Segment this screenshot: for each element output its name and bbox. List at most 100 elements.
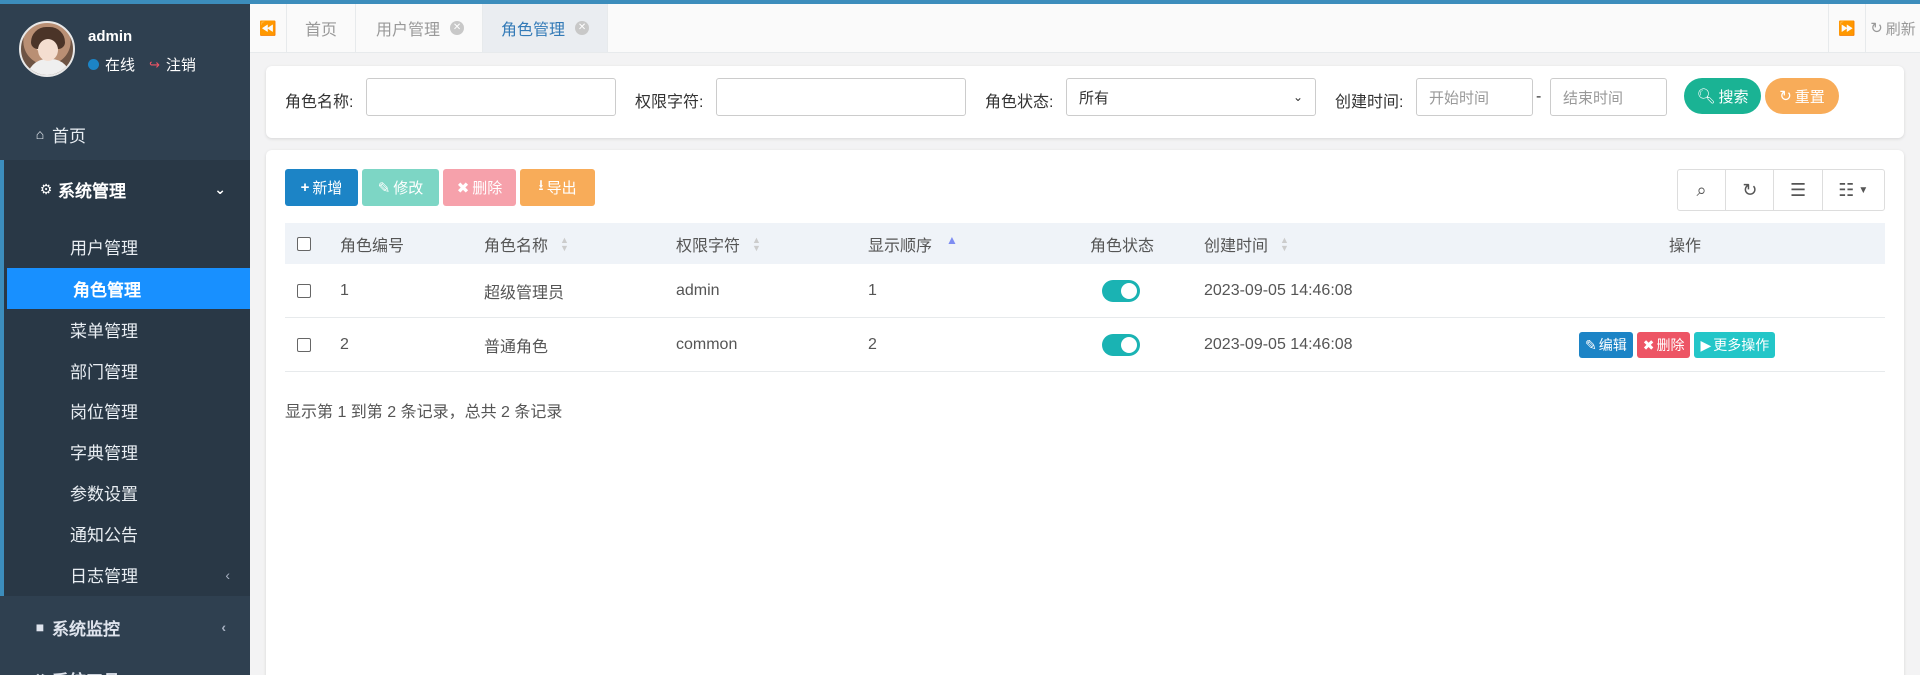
chevron-left-icon: ‹: [221, 619, 226, 635]
role-id: 2: [340, 336, 349, 353]
col-sort-order[interactable]: 显示顺序 ▲: [868, 223, 958, 264]
role-name-input[interactable]: [366, 78, 616, 116]
export-button[interactable]: ⭳ 导出: [520, 169, 595, 206]
col-created[interactable]: 创建时间 ▲ ▼: [1204, 223, 1289, 264]
sort-icon: ▲ ▼: [752, 234, 761, 253]
sidebar-item-config[interactable]: 参数设置: [4, 472, 250, 513]
nav-system-tools[interactable]: ⚒ 系统工具: [0, 664, 250, 675]
avatar[interactable]: [19, 21, 75, 77]
sidebar-item-menus[interactable]: 菜单管理: [4, 309, 250, 350]
tools-icon: ⚒: [32, 671, 48, 675]
close-icon[interactable]: ✕: [575, 21, 590, 35]
tab-role-management[interactable]: 角色管理 ✕: [483, 4, 609, 52]
reset-button[interactable]: ↻ 重置: [1765, 78, 1839, 114]
gear-icon: ⚙: [39, 180, 53, 197]
sort-icon: ▲ ▼: [1280, 234, 1289, 253]
status-select[interactable]: 所有 ⌄: [1066, 78, 1316, 116]
tab-user-management[interactable]: 用户管理 ✕: [358, 4, 484, 52]
system-submenu: 用户管理 角色管理 菜单管理 部门管理 岗位管理 字典管理 参数设置 通知公告 …: [0, 218, 250, 596]
tab-home[interactable]: 首页: [287, 4, 357, 52]
sidebar: admin 在线 ↪ 注销 ⌂ 首页 ⚙ 系统管理 ⌄ 用户管理 角色管理 菜单…: [0, 4, 250, 675]
tab-scroll-left-icon[interactable]: ⏪: [250, 4, 287, 52]
remove-icon: ✖: [1642, 336, 1655, 353]
status-toggle[interactable]: [1102, 318, 1140, 372]
row-edit-button[interactable]: ✎ 编辑: [1579, 332, 1633, 358]
sort-icon: ▲ ▼: [560, 234, 569, 253]
add-button[interactable]: + 新增: [285, 169, 358, 206]
pagination-info: 显示第 1 到第 2 条记录，总共 2 条记录: [285, 404, 563, 421]
search-button[interactable]: 🔍︎ 搜索: [1684, 78, 1761, 114]
col-role-name[interactable]: 角色名称 ▲ ▼: [484, 223, 569, 264]
row-checkbox[interactable]: [297, 318, 311, 372]
refresh-icon: ↻: [1779, 88, 1792, 105]
table-row[interactable]: 1 超级管理员 admin 1 2023-09-05 14:46:08: [285, 264, 1885, 318]
chevron-down-icon: ⌄: [1292, 90, 1303, 104]
start-time-input[interactable]: 开始时间: [1416, 78, 1533, 116]
row-more-button[interactable]: ▶ 更多操作: [1694, 332, 1776, 358]
tab-scroll-right-icon[interactable]: ⏩: [1828, 4, 1865, 52]
role-key: common: [676, 336, 738, 353]
row-checkbox[interactable]: [297, 264, 311, 318]
plus-icon: +: [300, 179, 310, 196]
role-key-input[interactable]: [716, 78, 966, 116]
created-time: 2023-09-05 14:46:08: [1204, 282, 1353, 299]
row-delete-button[interactable]: ✖ 删除: [1636, 332, 1691, 358]
online-dot-icon: [88, 59, 99, 70]
close-icon[interactable]: ✕: [450, 21, 465, 35]
search-icon: 🔍︎: [1696, 88, 1716, 105]
select-all-checkbox[interactable]: [297, 223, 311, 264]
col-status[interactable]: 角色状态: [1090, 223, 1154, 264]
logout-link[interactable]: 注销: [166, 54, 196, 75]
role-name-label: 角色名称:: [285, 94, 354, 111]
status-toggle[interactable]: [1102, 264, 1140, 318]
role-name: 普通角色: [484, 339, 549, 356]
table-header: 角色编号 角色名称 ▲ ▼ 权限字符 ▲ ▼ 显示顺序 ▲ 角色状态 创建时间 ▲ ▼ 操作: [285, 223, 1885, 264]
columns-view-icon[interactable]: ☰: [1774, 170, 1823, 210]
sidebar-item-posts[interactable]: 岗位管理: [4, 390, 250, 431]
toggle-search-icon[interactable]: ⌕: [1678, 170, 1727, 210]
table-tools: ⌕ ↻ ☰ ☷ ▼: [1677, 169, 1885, 211]
role-table: 角色编号 角色名称 ▲ ▼ 权限字符 ▲ ▼ 显示顺序 ▲ 角色状态 创建时间 ▲ ▼ 操作 …: [285, 223, 1885, 372]
user-profile: admin 在线 ↪ 注销: [0, 4, 250, 116]
sort-asc-icon: ▲: [946, 232, 958, 247]
sidebar-item-notices[interactable]: 通知公告: [4, 513, 250, 554]
refresh-icon: ↻: [1870, 20, 1883, 37]
role-order: 2: [868, 336, 877, 353]
sidebar-item-dicts[interactable]: 字典管理: [4, 431, 250, 472]
edit-icon: ✎: [1585, 336, 1597, 353]
role-order: 1: [868, 282, 877, 299]
remove-icon: ✖: [456, 179, 470, 197]
role-name: 超级管理员: [484, 285, 565, 302]
date-range-dash: -: [1536, 88, 1542, 105]
search-form: 角色名称: 权限字符: 角色状态: 所有 ⌄ 创建时间: 开始时间 - 结束时间…: [266, 66, 1904, 138]
edit-button[interactable]: ✎ 修改: [362, 169, 439, 206]
nav-system-monitor[interactable]: ■ 系统监控 ‹: [0, 602, 250, 652]
status-label: 角色状态:: [985, 94, 1054, 111]
col-role-key[interactable]: 权限字符 ▲ ▼: [676, 223, 761, 264]
role-key: admin: [676, 282, 720, 299]
edit-icon: ✎: [377, 179, 391, 197]
nav-system-management[interactable]: ⚙ 系统管理 ⌄: [0, 160, 250, 218]
nav-home[interactable]: ⌂ 首页: [0, 112, 250, 156]
col-role-id[interactable]: 角色编号: [340, 223, 404, 264]
username: admin: [88, 28, 133, 45]
user-status-row: 在线 ↪ 注销: [88, 54, 196, 75]
end-time-input[interactable]: 结束时间: [1550, 78, 1667, 116]
role-key-label: 权限字符:: [635, 94, 704, 111]
logout-icon[interactable]: ↪: [149, 57, 160, 73]
grid-columns-icon[interactable]: ☷ ▼: [1823, 170, 1884, 210]
download-icon: ⭳: [538, 177, 544, 194]
sidebar-item-depts[interactable]: 部门管理: [4, 350, 250, 391]
sidebar-item-logs[interactable]: 日志管理 ‹: [4, 554, 250, 595]
refresh-tab-button[interactable]: ↻ 刷新: [1865, 4, 1920, 52]
sidebar-item-users[interactable]: 用户管理: [4, 226, 250, 267]
delete-button[interactable]: ✖ 删除: [443, 169, 516, 206]
refresh-table-icon[interactable]: ↻: [1726, 170, 1775, 210]
role-table-panel: + 新增 ✎ 修改 ✖ 删除 ⭳ 导出 ⌕ ↻ ☰ ☷ ▼ 角色编号 角色名称 ▲…: [266, 150, 1904, 675]
online-status: 在线: [105, 57, 136, 74]
table-row[interactable]: 2 普通角色 common 2 2023-09-05 14:46:08 ✎ 编辑 …: [285, 318, 1885, 372]
video-camera-icon: ■: [35, 619, 45, 635]
home-icon: ⌂: [35, 126, 45, 142]
sidebar-item-roles[interactable]: 角色管理: [7, 268, 250, 309]
chevron-circle-icon: ▶: [1700, 336, 1712, 353]
